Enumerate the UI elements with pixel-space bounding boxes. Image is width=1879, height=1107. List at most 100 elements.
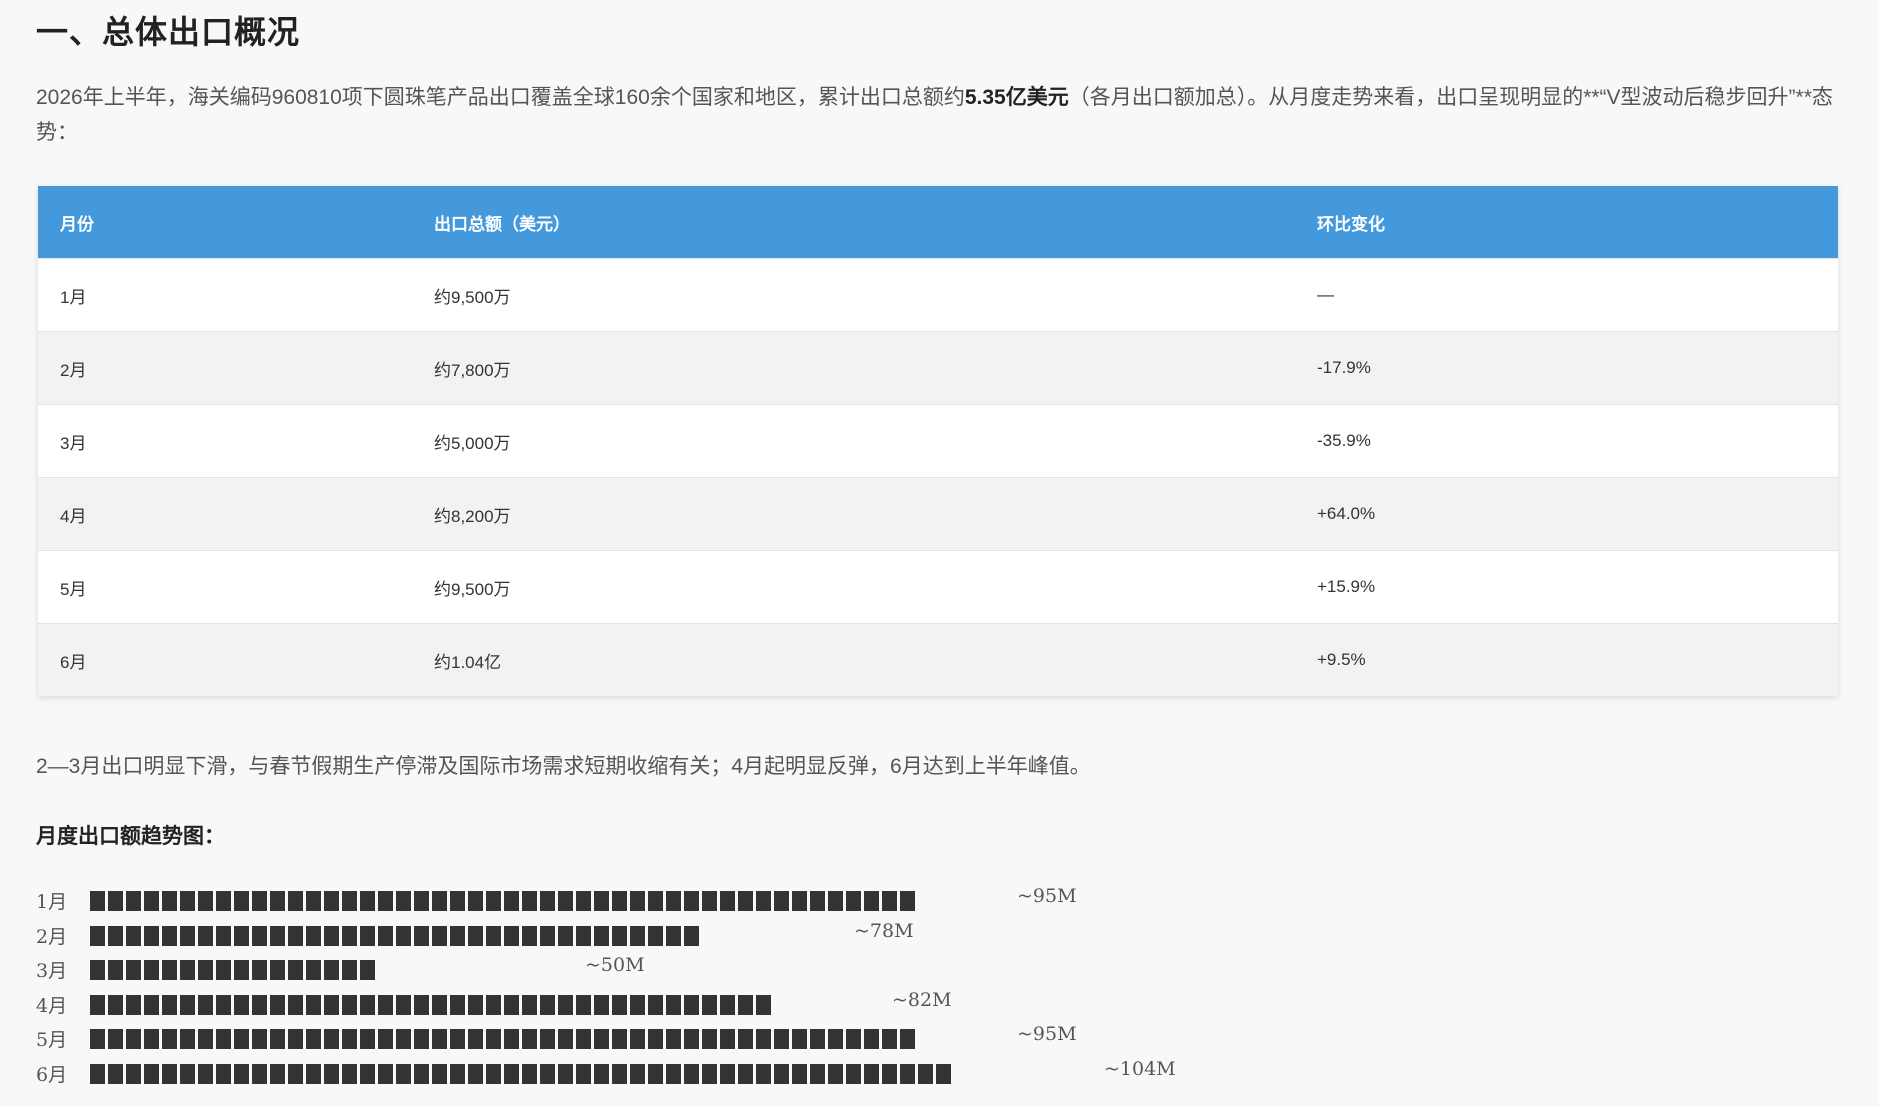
chart-bar-block [126,994,141,1015]
chart-bar-block [504,925,519,946]
chart-bar-block [306,1063,321,1084]
table-row: 1月 约9,500万 — [38,258,1838,332]
chart-bar-block [360,1029,375,1050]
chart-bar-block [450,925,465,946]
export-table: 月份 出口总额（美元） 环比变化 1月 约9,500万 — 2月 约7,800万… [38,186,1838,696]
chart-bar-block [882,891,897,911]
chart-bar-block [108,1063,123,1084]
chart-bar-block [648,994,663,1015]
cell-month: 6月 [38,623,412,696]
chart-bar-block [108,891,123,911]
chart-bar-block [486,994,501,1015]
chart-bar-block [144,891,159,911]
chart-bar-block [198,1063,213,1084]
chart-bar-block [216,994,231,1015]
chart-bar-block [234,960,249,981]
chart-bar-block [270,891,285,911]
chart-title: 月度出口额趋势图： [36,825,225,848]
chart-bar-block [810,891,825,911]
chart-bar-block [630,1029,645,1050]
chart-bar-block [864,1063,879,1084]
cell-mom-change: — [1295,258,1838,332]
chart-bar-block [504,891,519,911]
chart-bar-block [756,1063,771,1084]
chart-bar-block [180,925,195,946]
chart-category-label: 6月 [36,1063,68,1086]
chart-bar-block [108,994,123,1015]
chart-bar-block [360,960,375,981]
chart-bar-block [522,1029,537,1050]
chart-bar-block [594,1029,609,1050]
chart-bar-block [684,891,699,911]
header-mom-change: 环比变化 [1295,186,1838,259]
chart-bar-block [180,1063,195,1084]
chart-bar-block [792,1029,807,1050]
chart-bar-block [306,891,321,911]
chart-bar-block [144,960,159,981]
chart-bar-block [252,1029,267,1050]
chart-bar-block [342,1029,357,1050]
chart-bar-block [918,1063,933,1084]
chart-bar-block [288,925,303,946]
chart-bar-block [576,925,591,946]
chart-bar-block [324,925,339,946]
chart-bar-block [864,891,879,911]
chart-bar-block [378,1029,393,1050]
chart-row: 4月 ~82M [36,987,1839,1022]
chart-bar-block [900,1029,915,1050]
chart-bar-block [450,994,465,1015]
chart-value-label: ~50M [585,954,645,977]
chart-bar-block [612,1063,627,1084]
chart-bar-block [882,1063,897,1084]
chart-bar-block [180,891,195,911]
chart-bar-block [378,994,393,1015]
chart-bar-block [144,994,159,1015]
chart-bar-block [216,960,231,981]
chart-bar-block [414,994,429,1015]
chart-bar-block [684,994,699,1015]
chart-category-label: 2月 [36,925,68,948]
chart-bar-block [648,925,663,946]
chart-bar-block [180,1029,195,1050]
chart-bar-block [846,891,861,911]
chart-bar-block [288,1063,303,1084]
table-row: 6月 约1.04亿 +9.5% [38,623,1838,696]
chart-bar-block [432,925,447,946]
chart-bar-block [810,1063,825,1084]
chart-bar [90,1029,915,1050]
chart-bar-block [234,1063,249,1084]
chart-bar-block [198,960,213,981]
chart-category-label: 4月 [36,994,68,1017]
chart-bar-block [720,1063,735,1084]
chart-bar-block [504,1029,519,1050]
chart-bar [90,891,915,911]
chart-bar-block [468,1029,483,1050]
chart-value-label: ~95M [1017,885,1077,907]
chart-bar-block [522,994,537,1015]
chart-bar-block [936,1063,951,1084]
chart-bar-block [540,925,555,946]
chart-bar-block [288,994,303,1015]
chart-bar-block [720,994,735,1015]
table-row: 4月 约8,200万 +64.0% [38,477,1838,551]
chart-bar-block [594,925,609,946]
chart-bar-block [252,994,267,1015]
chart-bar-block [522,891,537,911]
chart-bar-block [396,1029,411,1050]
chart-bar-block [126,925,141,946]
document-page: 一、总体出口概况 2026年上半年，海关编码960810项下圆珠笔产品出口覆盖全… [36,0,1839,1091]
chart-bar-block [882,1029,897,1050]
chart-bar-block [108,960,123,981]
chart-bar-block [216,891,231,911]
chart-bar-block [774,1029,789,1050]
chart-bar-block [162,1029,177,1050]
chart-bar-block [144,1029,159,1050]
chart-bar-block [216,925,231,946]
chart-bar-block [198,925,213,946]
chart-bar-block [306,960,321,981]
chart-bar-block [504,994,519,1015]
chart-bar-block [126,891,141,911]
chart-bar-block [576,891,591,911]
chart-bar-block [558,994,573,1015]
chart-bar-block [702,1063,717,1084]
